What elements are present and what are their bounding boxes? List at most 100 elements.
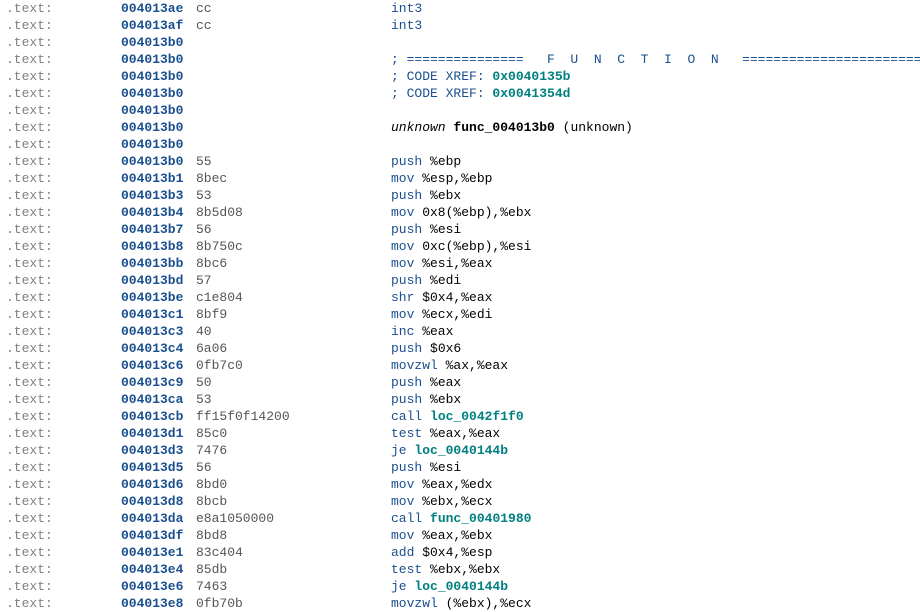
segment-label: .text: <box>6 187 121 204</box>
disasm-row[interactable]: .text:004013aeccint3 <box>6 0 920 17</box>
disasm-row[interactable]: .text:004013d88bcbmov %ebx,%ecx <box>6 493 920 510</box>
asm-column: ; =============== F U N C T I O N ======… <box>391 51 920 68</box>
disasm-row[interactable]: .text:004013df8bd8mov %eax,%ebx <box>6 527 920 544</box>
hex-bytes <box>196 51 391 68</box>
disasm-row[interactable]: .text:004013d68bd0mov %eax,%edx <box>6 476 920 493</box>
disasm-row[interactable]: .text:004013b48b5d08mov 0x8(%ebp),%ebx <box>6 204 920 221</box>
disasm-row[interactable]: .text:004013d37476je loc_0040144b <box>6 442 920 459</box>
hex-bytes: 0fb7c0 <box>196 357 391 374</box>
disasm-row[interactable]: .text:004013b0 <box>6 102 920 119</box>
hex-bytes: 7476 <box>196 442 391 459</box>
address: 004013c3 <box>121 323 196 340</box>
mnemonic: movzwl <box>391 596 438 611</box>
disasm-row[interactable]: .text:004013e67463je loc_0040144b <box>6 578 920 595</box>
disasm-row[interactable]: .text:004013b0; =============== F U N C … <box>6 51 920 68</box>
function-name[interactable]: func_004013b0 <box>453 120 554 135</box>
branch-target[interactable]: loc_0040144b <box>414 579 508 594</box>
disasm-row[interactable]: .text:004013b0 <box>6 136 920 153</box>
operands: %eax,%ebx <box>414 528 492 543</box>
address: 004013c6 <box>121 357 196 374</box>
segment-label: .text: <box>6 51 121 68</box>
hex-bytes: 40 <box>196 323 391 340</box>
disasm-row[interactable]: .text:004013c950push %eax <box>6 374 920 391</box>
disasm-row[interactable]: .text:004013e183c404add $0x4,%esp <box>6 544 920 561</box>
segment-label: .text: <box>6 578 121 595</box>
asm-column: test %eax,%eax <box>391 425 500 442</box>
mnemonic: int3 <box>391 1 422 16</box>
mnemonic: mov <box>391 205 414 220</box>
disasm-row[interactable]: .text:004013b88b750cmov 0xc(%ebp),%esi <box>6 238 920 255</box>
disasm-row[interactable]: .text:004013d185c0test %eax,%eax <box>6 425 920 442</box>
branch-target[interactable]: loc_0040144b <box>414 443 508 458</box>
disasm-row[interactable]: .text:004013b18becmov %esp,%ebp <box>6 170 920 187</box>
disasm-row[interactable]: .text:004013b0; CODE XREF: 0x0040135b <box>6 68 920 85</box>
address: 004013e8 <box>121 595 196 612</box>
asm-column: mov %esp,%ebp <box>391 170 492 187</box>
disasm-row[interactable]: .text:004013b0 <box>6 34 920 51</box>
disasm-row[interactable]: .text:004013dae8a1050000call func_004019… <box>6 510 920 527</box>
asm-column: push %esi <box>391 459 461 476</box>
hex-bytes: 57 <box>196 272 391 289</box>
address: 004013b8 <box>121 238 196 255</box>
operands: %eax <box>422 375 461 390</box>
disasm-row[interactable]: .text:004013b756push %esi <box>6 221 920 238</box>
segment-label: .text: <box>6 493 121 510</box>
branch-target[interactable]: func_00401980 <box>430 511 531 526</box>
asm-column: movzwl %ax,%eax <box>391 357 508 374</box>
asm-column: mov %eax,%edx <box>391 476 492 493</box>
mnemonic: je <box>391 579 407 594</box>
disasm-row[interactable]: .text:004013e485dbtest %ebx,%ebx <box>6 561 920 578</box>
operands <box>407 579 415 594</box>
address: 004013da <box>121 510 196 527</box>
hex-bytes <box>196 102 391 119</box>
operands: %esp,%ebp <box>414 171 492 186</box>
address: 004013b7 <box>121 221 196 238</box>
disasm-row[interactable]: .text:004013b0unknown func_004013b0 (unk… <box>6 119 920 136</box>
hex-bytes: 50 <box>196 374 391 391</box>
disasm-row[interactable]: .text:004013b0; CODE XREF: 0x0041354d <box>6 85 920 102</box>
disasm-row[interactable]: .text:004013bb8bc6mov %esi,%eax <box>6 255 920 272</box>
disasm-row[interactable]: .text:004013e80fb70bmovzwl (%ebx),%ecx <box>6 595 920 612</box>
mnemonic: push <box>391 273 422 288</box>
xref-label: ; CODE XREF: <box>391 69 492 84</box>
operands: %ax,%eax <box>438 358 508 373</box>
segment-label: .text: <box>6 323 121 340</box>
function-banner: ; =============== F U N C T I O N ======… <box>391 52 920 67</box>
xref-address[interactable]: 0x0041354d <box>492 86 570 101</box>
address: 004013d8 <box>121 493 196 510</box>
disasm-row[interactable]: .text:004013c46a06push $0x6 <box>6 340 920 357</box>
operands: 0xc(%ebp),%esi <box>414 239 531 254</box>
disasm-row[interactable]: .text:004013d556push %esi <box>6 459 920 476</box>
mnemonic: movzwl <box>391 358 438 373</box>
segment-label: .text: <box>6 85 121 102</box>
asm-column: call func_00401980 <box>391 510 531 527</box>
hex-bytes: 56 <box>196 221 391 238</box>
mnemonic: test <box>391 426 422 441</box>
segment-label: .text: <box>6 0 121 17</box>
disasm-row[interactable]: .text:004013ca53push %ebx <box>6 391 920 408</box>
hex-bytes: c1e804 <box>196 289 391 306</box>
disasm-row[interactable]: .text:004013b055push %ebp <box>6 153 920 170</box>
operands: $0x4,%esp <box>414 545 492 560</box>
asm-column: push %eax <box>391 374 461 391</box>
mnemonic: mov <box>391 239 414 254</box>
disasm-row[interactable]: .text:004013afccint3 <box>6 17 920 34</box>
mnemonic: je <box>391 443 407 458</box>
segment-label: .text: <box>6 391 121 408</box>
hex-bytes: cc <box>196 0 391 17</box>
asm-column: mov %ecx,%edi <box>391 306 492 323</box>
disasm-row[interactable]: .text:004013c60fb7c0movzwl %ax,%eax <box>6 357 920 374</box>
disasm-row[interactable]: .text:004013bec1e804shr $0x4,%eax <box>6 289 920 306</box>
disasm-row[interactable]: .text:004013b353push %ebx <box>6 187 920 204</box>
asm-column: unknown func_004013b0 (unknown) <box>391 119 633 136</box>
hex-bytes <box>196 34 391 51</box>
disasm-row[interactable]: .text:004013bd57push %edi <box>6 272 920 289</box>
branch-target[interactable]: loc_0042f1f0 <box>430 409 524 424</box>
xref-label: ; CODE XREF: <box>391 86 492 101</box>
xref-address[interactable]: 0x0040135b <box>492 69 570 84</box>
mnemonic: inc <box>391 324 414 339</box>
disasm-row[interactable]: .text:004013cbff15f0f14200call loc_0042f… <box>6 408 920 425</box>
address: 004013bd <box>121 272 196 289</box>
disasm-row[interactable]: .text:004013c18bf9mov %ecx,%edi <box>6 306 920 323</box>
disasm-row[interactable]: .text:004013c340inc %eax <box>6 323 920 340</box>
